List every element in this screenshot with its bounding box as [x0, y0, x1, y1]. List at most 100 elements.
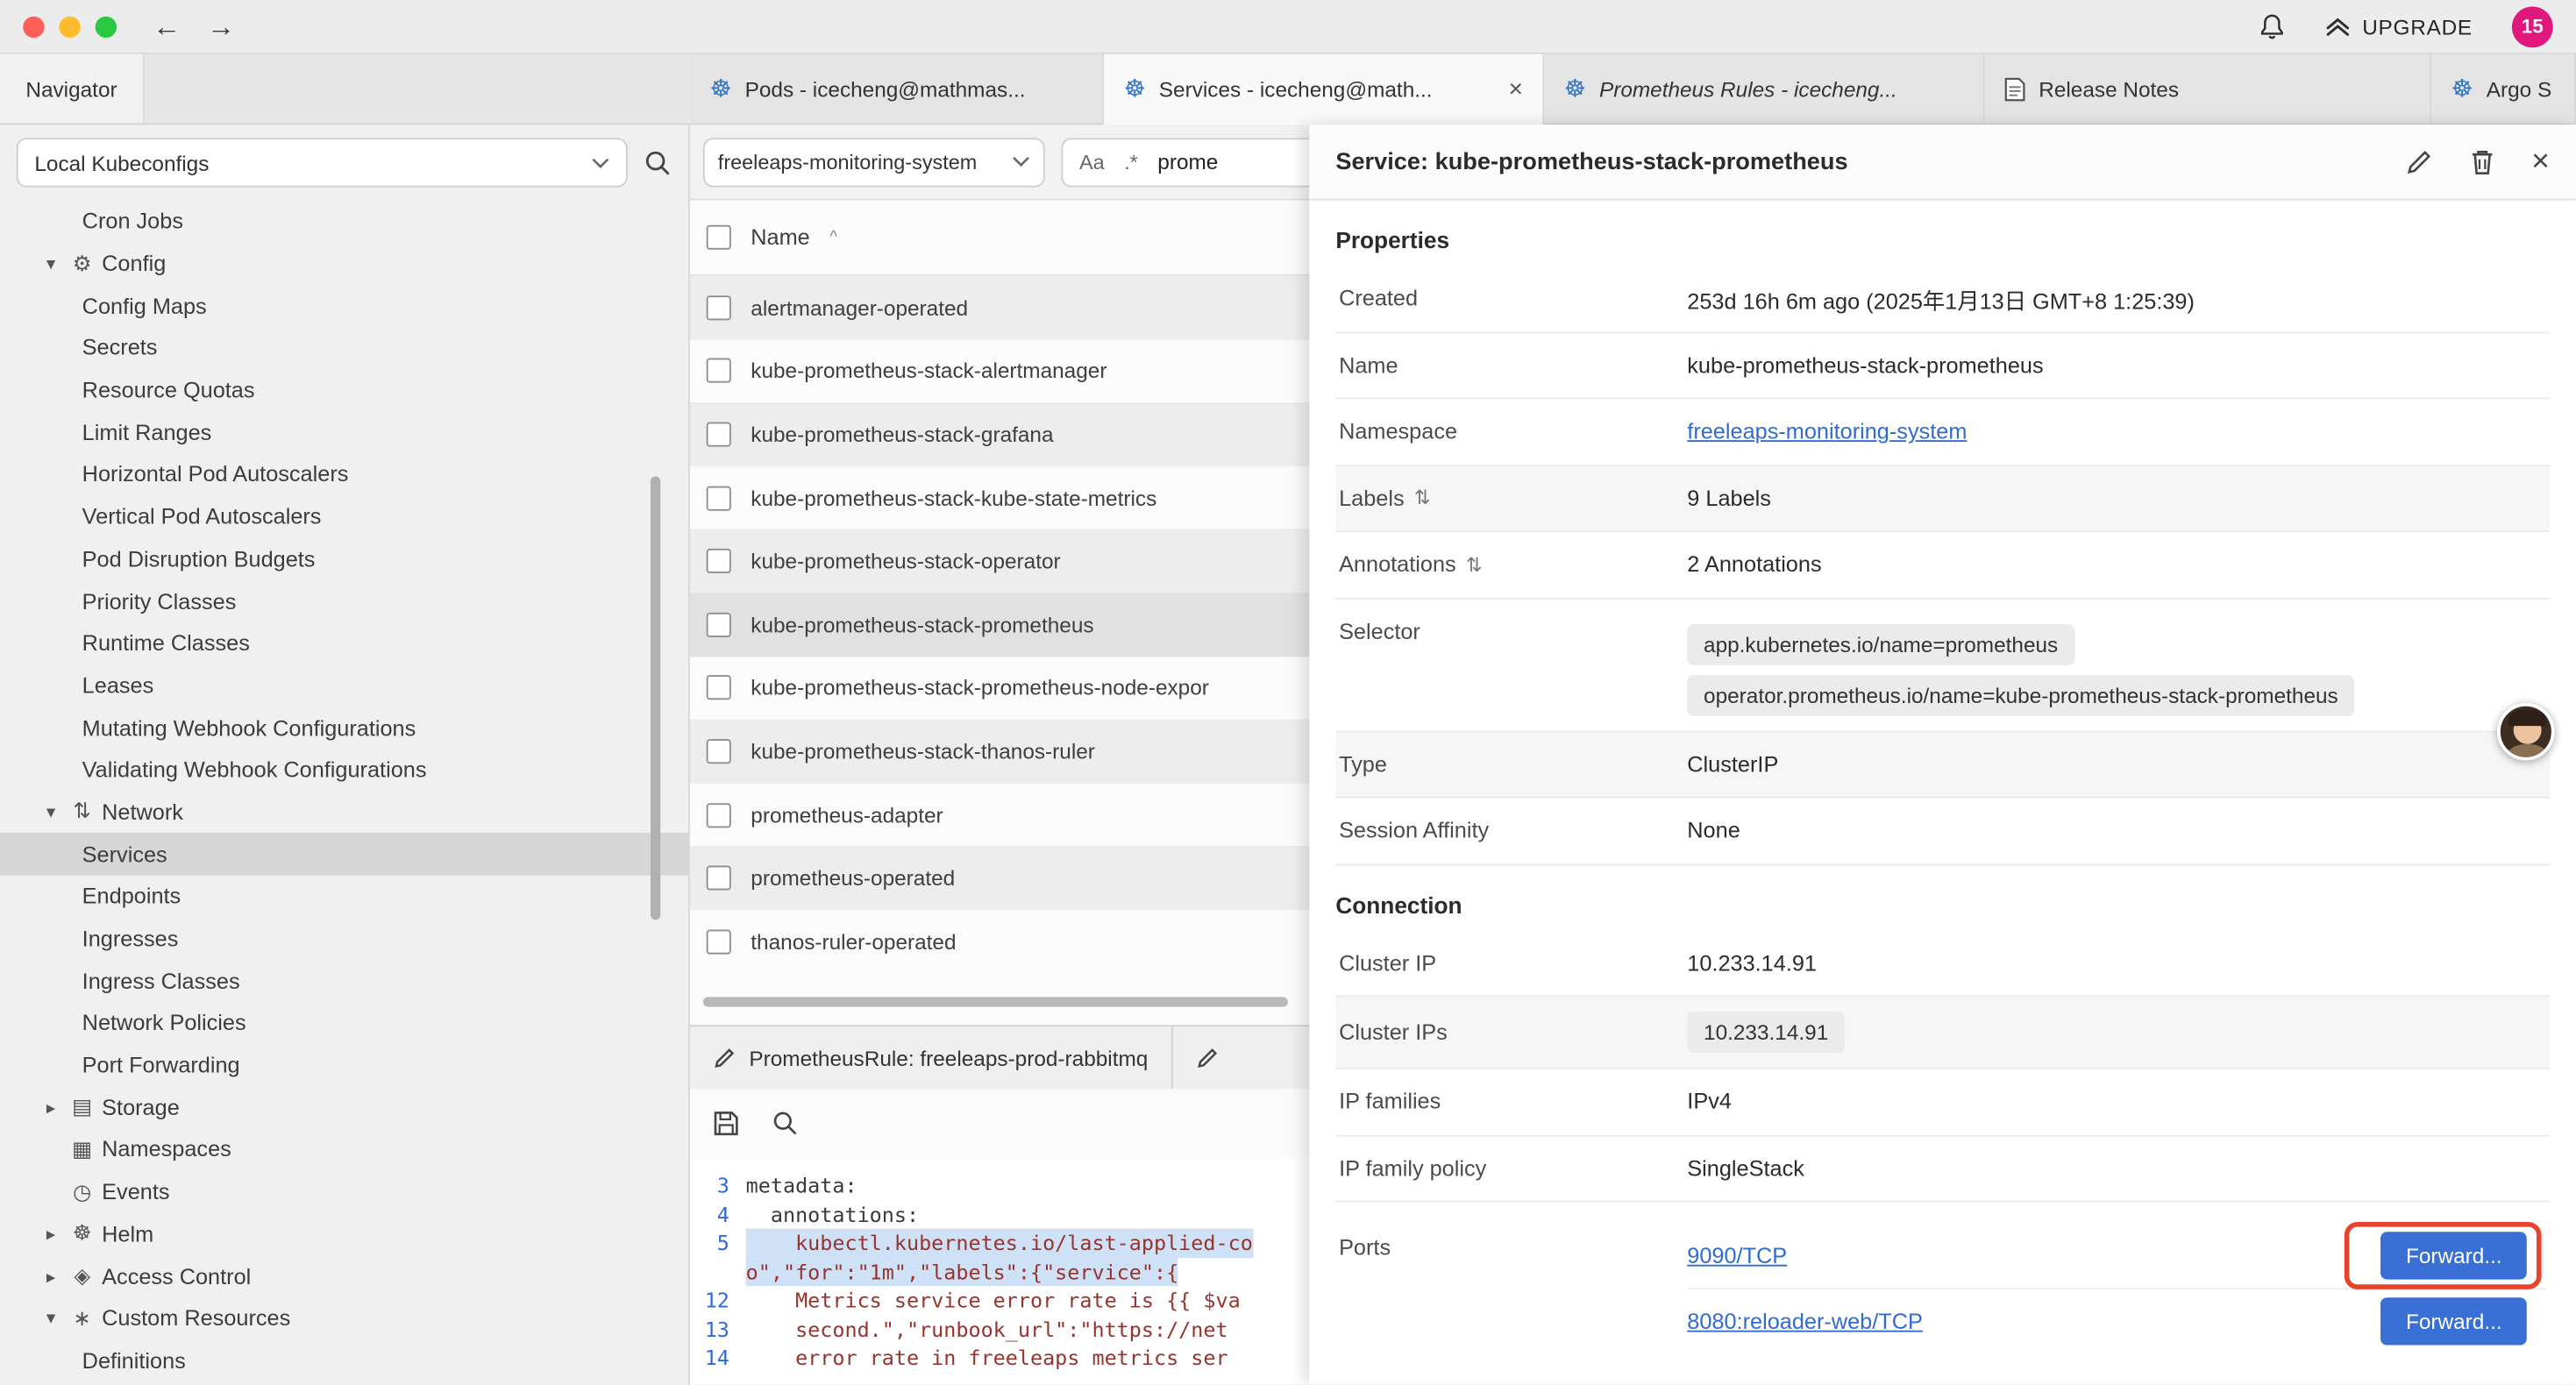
- expand-labels-icon[interactable]: ⇅: [1414, 487, 1431, 509]
- row-checkbox[interactable]: [707, 739, 731, 764]
- sidebar-item-leases[interactable]: Leases: [0, 664, 688, 707]
- sidebar-item-vertical-pod-autoscalers[interactable]: Vertical Pod Autoscalers: [0, 496, 688, 538]
- sidebar-item-port-forwarding[interactable]: Port Forwarding: [0, 1044, 688, 1086]
- notification-count-badge[interactable]: 15: [2512, 6, 2553, 47]
- tab-pods[interactable]: ☸ Pods - icecheng@mathmas...: [690, 54, 1104, 125]
- sidebar-item-limit-ranges[interactable]: Limit Ranges: [0, 411, 688, 453]
- pencil-icon: [713, 1047, 736, 1069]
- tab-prometheus-rules[interactable]: ☸ Prometheus Rules - icecheng...: [1544, 54, 1984, 125]
- sidebar-item-network-policies[interactable]: Network Policies: [0, 1002, 688, 1044]
- tab-release-notes[interactable]: Release Notes: [1984, 54, 2431, 125]
- row-checkbox[interactable]: [707, 802, 731, 827]
- kubernetes-icon: ☸: [1564, 76, 1586, 101]
- sidebar-item-definitions[interactable]: Definitions: [0, 1339, 688, 1381]
- minimize-window-button[interactable]: [59, 16, 80, 37]
- row-checkbox[interactable]: [707, 486, 731, 510]
- horizontal-scrollbar[interactable]: [703, 996, 1288, 1005]
- sort-ascending-icon[interactable]: ^: [829, 228, 837, 246]
- forward-port-button[interactable]: Forward...: [2381, 1297, 2527, 1345]
- editor-search-icon[interactable]: [772, 1111, 799, 1137]
- chevron-right-icon: ▸: [36, 1224, 66, 1245]
- kubeconfig-selector[interactable]: Local Kubeconfigs: [17, 138, 628, 187]
- row-checkbox[interactable]: [707, 295, 731, 320]
- access-control-icon: ◈: [66, 1263, 98, 1289]
- navigator-tree: Cron Jobs ▾ ⚙ Config Config Maps Secrets…: [0, 201, 688, 1385]
- namespace-link[interactable]: freeleaps-monitoring-system: [1687, 419, 1967, 444]
- sidebar-item-events[interactable]: ◷ Events: [0, 1171, 688, 1213]
- close-window-button[interactable]: [23, 16, 44, 37]
- port-line: 9090/TCP Forward...: [1687, 1222, 2546, 1288]
- window-titlebar: ← → UPGRADE 15: [0, 0, 2576, 54]
- row-checkbox[interactable]: [707, 866, 731, 891]
- match-case-toggle[interactable]: Aa: [1079, 150, 1105, 173]
- row-checkbox[interactable]: [707, 929, 731, 954]
- drawer-title: Service: kube-prometheus-stack-prometheu…: [1335, 149, 1847, 175]
- tab-bar: Navigator ☸ Pods - icecheng@mathmas... ☸…: [0, 54, 2576, 125]
- edit-icon[interactable]: [2405, 148, 2433, 176]
- port-link-9090[interactable]: 9090/TCP: [1687, 1242, 1787, 1267]
- sidebar-item-storage[interactable]: ▸ ▤ Storage: [0, 1086, 688, 1128]
- detail-row-selector: Selector app.kubernetes.io/name=promethe…: [1335, 599, 2550, 732]
- notifications-bell-icon[interactable]: [2259, 12, 2285, 40]
- sidebar-item-namespaces[interactable]: ▦ Namespaces: [0, 1128, 688, 1170]
- user-avatar[interactable]: [2497, 703, 2555, 761]
- sidebar-item-custom-resources[interactable]: ▾ ∗ Custom Resources: [0, 1297, 688, 1339]
- sidebar-item-config-maps[interactable]: Config Maps: [0, 285, 688, 327]
- select-all-checkbox[interactable]: [707, 225, 731, 250]
- delete-icon[interactable]: [2469, 148, 2495, 176]
- sidebar-item-services[interactable]: Services: [0, 834, 688, 876]
- row-checkbox[interactable]: [707, 359, 731, 383]
- chevron-down-icon: ▾: [36, 1308, 66, 1329]
- app-window: ← → UPGRADE 15 Navigator ☸ Pods - iceche…: [0, 0, 2576, 1385]
- maximize-window-button[interactable]: [96, 16, 117, 37]
- regex-toggle[interactable]: .*: [1124, 150, 1138, 173]
- sidebar-item-validating-webhook-configurations[interactable]: Validating Webhook Configurations: [0, 749, 688, 791]
- row-checkbox[interactable]: [707, 423, 731, 447]
- sidebar-item-secrets[interactable]: Secrets: [0, 327, 688, 369]
- detail-row-session-affinity: Session Affinity None: [1335, 799, 2550, 865]
- detail-row-name: Name kube-prometheus-stack-prometheus: [1335, 332, 2550, 399]
- forward-port-button[interactable]: Forward...: [2381, 1231, 2527, 1278]
- namespace-filter-select[interactable]: freeleaps-monitoring-system: [703, 137, 1045, 186]
- sidebar-item-helm[interactable]: ▸ ☸ Helm: [0, 1213, 688, 1255]
- sidebar-item-endpoints[interactable]: Endpoints: [0, 876, 688, 918]
- sidebar-search-icon[interactable]: [644, 149, 672, 177]
- navigator-panel-tab[interactable]: Navigator: [0, 54, 145, 124]
- sidebar-item-runtime-classes[interactable]: Runtime Classes: [0, 622, 688, 664]
- dock-tab-prometheusrule[interactable]: PrometheusRule: freeleaps-prod-rabbitmq: [690, 1026, 1172, 1089]
- tab-services[interactable]: ☸ Services - icecheng@math... ×: [1104, 54, 1544, 125]
- selector-chip: operator.prometheus.io/name=kube-prometh…: [1687, 674, 2354, 715]
- name-column-header[interactable]: Name: [751, 225, 809, 250]
- sidebar-item-cron-jobs[interactable]: Cron Jobs: [0, 201, 688, 243]
- detail-row-namespace: Namespace freeleaps-monitoring-system: [1335, 399, 2550, 465]
- back-button[interactable]: ←: [153, 12, 181, 40]
- port-link-8080[interactable]: 8080:reloader-web/TCP: [1687, 1309, 1923, 1333]
- close-drawer-icon[interactable]: ×: [2531, 146, 2550, 178]
- expand-annotations-icon[interactable]: ⇅: [1466, 553, 1483, 576]
- sidebar-item-ingress-classes[interactable]: Ingress Classes: [0, 960, 688, 1002]
- sidebar-item-pod-disruption-budgets[interactable]: Pod Disruption Budgets: [0, 538, 688, 580]
- detail-row-cluster-ips: Cluster IPs 10.233.14.91: [1335, 997, 2550, 1069]
- tab-argo[interactable]: ☸ Argo S: [2431, 54, 2576, 125]
- sidebar-item-resource-quotas[interactable]: Resource Quotas: [0, 369, 688, 411]
- sidebar-item-network[interactable]: ▾ ⇅ Network: [0, 791, 688, 833]
- sidebar-item-mutating-webhook-configurations[interactable]: Mutating Webhook Configurations: [0, 707, 688, 749]
- sidebar-item-access-control[interactable]: ▸ ◈ Access Control: [0, 1255, 688, 1297]
- row-checkbox[interactable]: [707, 612, 731, 636]
- sidebar-item-priority-classes[interactable]: Priority Classes: [0, 580, 688, 622]
- sidebar-item-horizontal-pod-autoscalers[interactable]: Horizontal Pod Autoscalers: [0, 453, 688, 495]
- row-checkbox[interactable]: [707, 549, 731, 573]
- sidebar-item-config[interactable]: ▾ ⚙ Config: [0, 243, 688, 285]
- pencil-icon: [1196, 1047, 1219, 1069]
- close-tab-icon[interactable]: ×: [1496, 75, 1523, 103]
- chevron-down-icon: [1012, 156, 1030, 167]
- sidebar-scrollbar[interactable]: [651, 476, 660, 920]
- upgrade-button[interactable]: UPGRADE: [2324, 14, 2473, 39]
- storage-icon: ▤: [66, 1094, 98, 1120]
- document-icon: [2004, 76, 2025, 101]
- network-icon: ⇅: [66, 799, 98, 825]
- row-checkbox[interactable]: [707, 676, 731, 700]
- sidebar-item-ingresses[interactable]: Ingresses: [0, 918, 688, 960]
- save-icon[interactable]: [713, 1111, 739, 1137]
- forward-button[interactable]: →: [207, 12, 235, 40]
